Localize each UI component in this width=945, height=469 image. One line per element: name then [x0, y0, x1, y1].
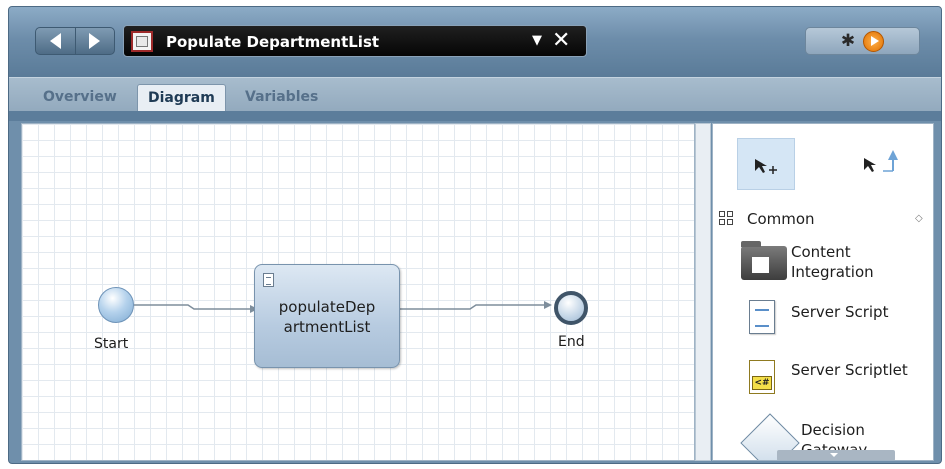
close-icon[interactable]: ✕: [552, 28, 570, 53]
script-task-node[interactable]: populateDep artmentList: [254, 264, 400, 368]
flow-task-to-end: [400, 304, 544, 310]
flow-start-to-task: [134, 304, 250, 310]
select-pointer-icon: [755, 159, 777, 174]
end-event-label: End: [558, 334, 585, 350]
forward-arrow-icon: [89, 33, 101, 49]
end-event[interactable]: [554, 291, 588, 325]
forward-button[interactable]: [74, 28, 115, 54]
palette-group-icon: [719, 211, 733, 225]
start-event-label: Start: [94, 336, 129, 352]
document-title-selector[interactable]: Populate DepartmentList ▼ ✕: [123, 25, 587, 57]
canvas-scrollbar[interactable]: [695, 123, 711, 461]
palette-item-server-scriptlet[interactable]: <# Server Scriptlet: [713, 356, 933, 400]
palette-scrollbar[interactable]: [777, 450, 895, 460]
palette-category-label: Common: [747, 210, 815, 228]
diagram-canvas[interactable]: Start populateDep artmentList End: [21, 123, 695, 461]
tab-variables[interactable]: Variables: [235, 84, 328, 112]
title-bar: Populate DepartmentList ▼ ✕ ✱: [9, 7, 941, 77]
server-script-icon: [749, 300, 775, 334]
palette-category-header[interactable]: Common ◇: [713, 204, 933, 234]
palette-panel: Common ◇ Content Integration Server Scri…: [712, 123, 934, 461]
script-task-icon: [263, 273, 274, 287]
palette-item-label: Server Scriptlet: [791, 361, 908, 379]
select-tool-button[interactable]: [737, 138, 795, 190]
tab-diagram[interactable]: Diagram: [137, 84, 226, 112]
collapse-icon[interactable]: ◇: [915, 213, 923, 224]
back-arrow-icon: [49, 33, 61, 49]
navigation-buttons: [35, 27, 115, 55]
server-scriptlet-icon: <#: [749, 360, 775, 394]
content-integration-icon: [741, 241, 787, 280]
palette-item-server-script[interactable]: Server Script: [713, 298, 933, 340]
window-title: Populate DepartmentList: [166, 33, 380, 51]
palette-item-content-integration[interactable]: Content Integration: [713, 240, 933, 288]
back-button[interactable]: [36, 28, 75, 54]
tab-content-border: [9, 111, 941, 121]
process-editor-window: Populate DepartmentList ▼ ✕ ✱ Overview D…: [8, 6, 942, 464]
run-icon[interactable]: [863, 30, 885, 52]
process-document-icon: [131, 31, 153, 52]
run-controls: ✱: [805, 27, 920, 55]
tab-bar: Overview Diagram Variables: [9, 77, 941, 112]
connection-tool-icon: [864, 150, 898, 172]
palette-item-label: Server Script: [791, 303, 889, 321]
debug-icon[interactable]: ✱: [841, 31, 855, 51]
task-label: populateDep artmentList: [278, 298, 376, 336]
tab-overview[interactable]: Overview: [33, 84, 127, 112]
connect-tool-button[interactable]: [847, 138, 905, 190]
flow-arrowhead-2: [544, 301, 552, 309]
palette-item-label: Content Integration: [791, 243, 874, 281]
chevron-down-icon[interactable]: ▼: [532, 33, 542, 48]
start-event[interactable]: [98, 287, 134, 323]
